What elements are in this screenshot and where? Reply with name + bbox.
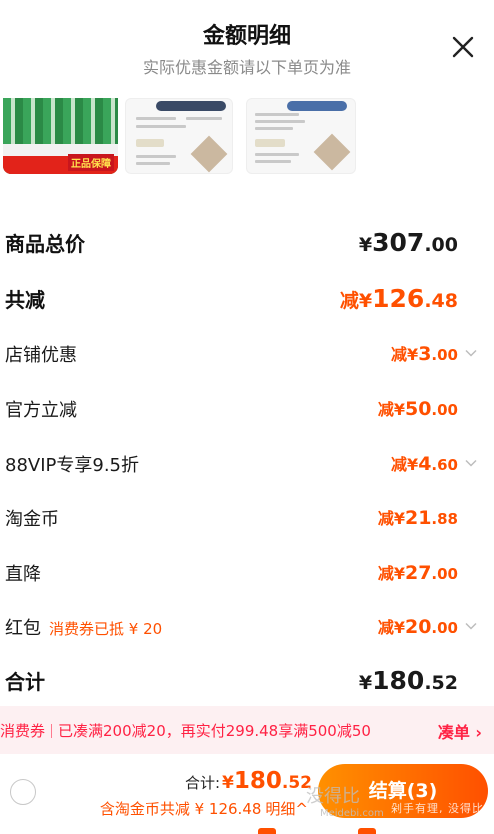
discount-value: 减¥ 4.60 xyxy=(391,453,458,475)
product-thumbnails: 正品保障 xyxy=(0,98,494,174)
promo-text: 消费券 已凑满200减20，再实付299.48享满500减50 xyxy=(0,720,371,741)
promo-message: 已凑满200减20，再实付299.48享满500减50 xyxy=(58,722,371,740)
discount-label: 直降 xyxy=(5,564,41,585)
product-image-1[interactable]: 正品保障 xyxy=(3,98,118,174)
product-badge: 正品保障 xyxy=(68,154,114,171)
voucher-note: 消费券已抵 ¥ 20 xyxy=(49,620,163,638)
checkout-total: 合计: ¥ 180 .52 xyxy=(184,768,312,794)
watermark-brand: 没得比 xyxy=(306,786,360,807)
discount-value: 减¥ 50.00 xyxy=(377,398,458,420)
discount-value: 减¥ 3.00 xyxy=(391,343,458,365)
subtotal-label: 合计 xyxy=(5,670,45,694)
promo-separator xyxy=(51,724,53,738)
coupon-promo-banner[interactable]: 消费券 已凑满200减20，再实付299.48享满500减50 凑单 › xyxy=(0,706,494,754)
promo-tag: 消费券 xyxy=(0,722,46,740)
total-price-value: ¥ 307 .00 xyxy=(358,228,458,257)
product-image-2[interactable] xyxy=(125,98,233,174)
watermark-slogan: 剁手有理, 没得比 xyxy=(391,802,484,815)
close-button[interactable] xyxy=(450,34,476,60)
discount-value: 减¥ 20.00 xyxy=(377,616,458,638)
total-price-label: 商品总价 xyxy=(5,232,85,256)
close-icon xyxy=(452,36,474,58)
checkout-saving: 含淘金币共减 ¥ 126.48 明细^ xyxy=(99,800,308,818)
discount-label: 店铺优惠 xyxy=(5,345,77,366)
chevron-down-icon[interactable] xyxy=(464,346,478,360)
watermark-url: Meidebi.com xyxy=(320,808,384,819)
detail-toggle[interactable]: 明细^ xyxy=(265,800,308,818)
discount-value: 减¥ 21.88 xyxy=(377,507,458,529)
checkout-bar: 合计: ¥ 180 .52 含淘金币共减 ¥ 126.48 明细^ 结算(3) 没… xyxy=(0,756,494,834)
detail-header: 金额明细 实际优惠金额请以下单页为准 xyxy=(0,0,494,92)
subtotal-value: ¥180.52 xyxy=(358,666,458,695)
discount-label: 官方立减 xyxy=(5,400,77,421)
discount-label: 淘金币 xyxy=(5,509,59,530)
chevron-down-icon[interactable] xyxy=(464,619,478,633)
discount-value: 减¥ 27.00 xyxy=(377,562,458,584)
page-subtitle: 实际优惠金额请以下单页为准 xyxy=(142,58,351,77)
select-all-radio-icon[interactable] xyxy=(10,779,36,805)
add-items-link[interactable]: 凑单 › xyxy=(438,719,482,743)
total-discount-label: 共减 xyxy=(5,288,45,312)
total-discount-value: 减¥ 126 .48 xyxy=(339,284,458,313)
bottom-edge-decoration xyxy=(250,828,450,834)
page-title: 金额明细 xyxy=(202,24,291,49)
product-image-3[interactable] xyxy=(246,98,356,174)
chevron-down-icon[interactable] xyxy=(464,456,478,470)
discount-label: 红包 消费券已抵 ¥ 20 xyxy=(5,618,163,639)
discount-label: 88VIP专享9.5折 xyxy=(5,455,140,476)
